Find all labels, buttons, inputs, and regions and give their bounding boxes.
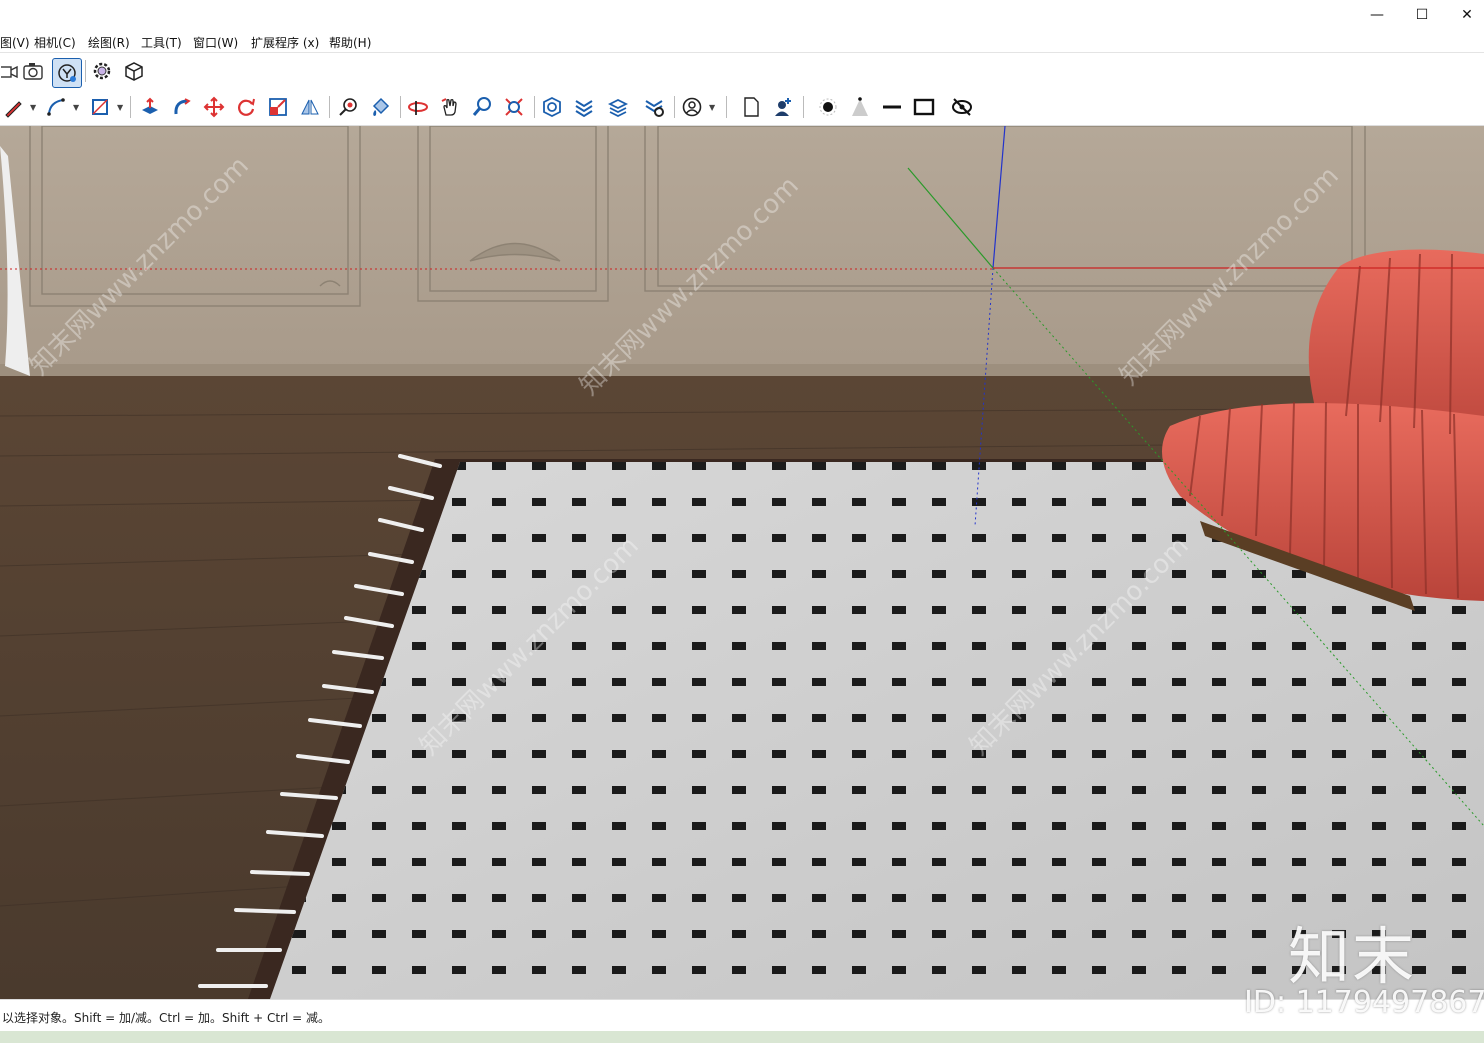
cone-icon[interactable] xyxy=(848,95,872,119)
toolbar-separator xyxy=(726,96,727,118)
toolbar-row-2: ▼ ▼ ▼ ▼ xyxy=(0,89,1484,126)
warehouse-icon[interactable] xyxy=(540,95,564,119)
scale-icon[interactable] xyxy=(266,95,290,119)
close-button[interactable]: ✕ xyxy=(1444,0,1484,30)
model-viewport[interactable]: 知末网www.znzmo.com 知末网www.znzmo.com 知末网www… xyxy=(0,126,1484,999)
extension-warehouse-icon[interactable] xyxy=(572,95,596,119)
layout-icon[interactable] xyxy=(606,95,630,119)
frame-icon[interactable] xyxy=(912,95,936,119)
menu-view[interactable]: 图(V) xyxy=(0,34,30,51)
chevron-down-icon[interactable]: ▼ xyxy=(117,103,123,112)
chevron-down-icon[interactable]: ▼ xyxy=(30,103,36,112)
package-box-icon[interactable] xyxy=(122,59,146,83)
tape-measure-icon[interactable] xyxy=(336,95,360,119)
watermark-id: ID: 1179497867 xyxy=(1244,985,1484,1020)
menu-window[interactable]: 窗口(W) xyxy=(193,34,238,51)
chevron-down-icon[interactable]: ▼ xyxy=(73,103,79,112)
toolbar-separator xyxy=(130,96,131,118)
follow-me-icon[interactable] xyxy=(170,95,194,119)
toolbar-separator xyxy=(329,96,330,118)
toolbar-row-1 xyxy=(0,53,1484,89)
paint-bucket-icon[interactable] xyxy=(368,95,392,119)
account-icon[interactable] xyxy=(680,95,704,119)
point-icon[interactable] xyxy=(816,95,840,119)
line-icon[interactable] xyxy=(880,95,904,119)
rectangle-icon[interactable] xyxy=(88,95,112,119)
chevron-down-icon[interactable]: ▼ xyxy=(709,103,715,112)
taskbar-strip xyxy=(0,1031,1484,1043)
minimize-button[interactable]: — xyxy=(1354,0,1400,30)
component-gear-icon[interactable] xyxy=(90,59,114,83)
toolbar-separator xyxy=(400,96,401,118)
hide-icon[interactable] xyxy=(950,95,974,119)
menu-bar: 图(V) 相机(C) 绘图(R) 工具(T) 窗口(W) 扩展程序 (x) 帮助… xyxy=(0,30,1484,53)
new-file-icon[interactable] xyxy=(739,95,763,119)
close-icon: ✕ xyxy=(1461,7,1473,23)
menu-help[interactable]: 帮助(H) xyxy=(329,34,371,51)
arc-icon[interactable] xyxy=(44,95,68,119)
add-person-icon[interactable] xyxy=(771,95,795,119)
maximize-button[interactable]: ☐ xyxy=(1399,0,1445,30)
toolbar-separator xyxy=(85,60,86,82)
menu-camera[interactable]: 相机(C) xyxy=(34,34,76,51)
toolbar-separator xyxy=(534,96,535,118)
menu-extensions[interactable]: 扩展程序 (x) xyxy=(251,34,319,51)
pencil-icon[interactable] xyxy=(2,95,26,119)
menu-tools[interactable]: 工具(T) xyxy=(141,34,182,51)
camera-icon[interactable] xyxy=(21,59,45,83)
status-text: 以选择对象。Shift = 加/减。Ctrl = 加。Shift + Ctrl … xyxy=(2,1011,331,1025)
rotate-icon[interactable] xyxy=(234,95,258,119)
zoom-extents-icon[interactable] xyxy=(502,95,526,119)
pan-icon[interactable] xyxy=(438,95,462,119)
maximize-icon: ☐ xyxy=(1415,7,1429,23)
orbit-icon[interactable] xyxy=(406,95,430,119)
watermark-brand: 知末 xyxy=(1288,920,1417,993)
title-bar: — ☐ ✕ xyxy=(0,0,1484,30)
push-pull-icon[interactable] xyxy=(138,95,162,119)
style-builder-icon[interactable] xyxy=(52,58,82,88)
menu-draw[interactable]: 绘图(R) xyxy=(88,34,130,51)
toolbar-separator xyxy=(803,96,804,118)
move-icon[interactable] xyxy=(202,95,226,119)
toolbar-separator xyxy=(674,96,675,118)
minimize-icon: — xyxy=(1370,7,1384,23)
flip-icon[interactable] xyxy=(298,95,322,119)
extension-manager-icon[interactable] xyxy=(642,95,666,119)
zoom-icon[interactable] xyxy=(470,95,494,119)
